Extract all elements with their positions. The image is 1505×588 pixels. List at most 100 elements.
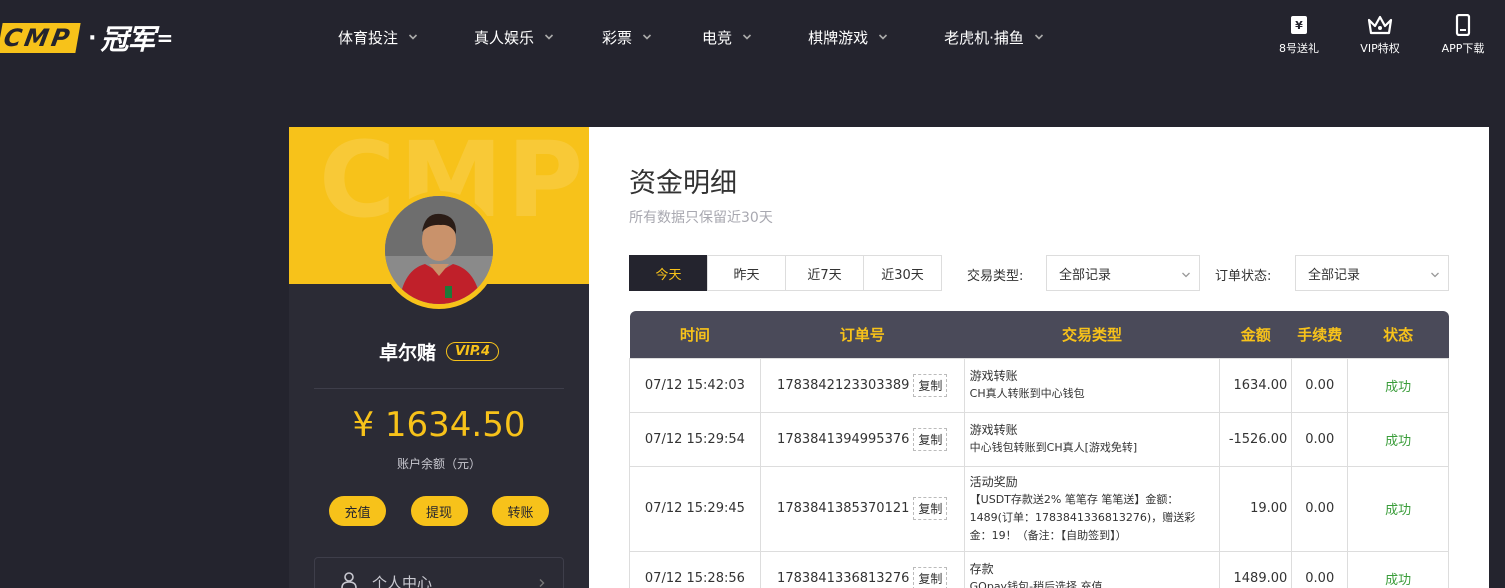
table-row: 07/12 15:29:54 1783841394995376 复制 游戏转账中心… (629, 411, 1449, 467)
column-header-time: 时间 (629, 311, 761, 358)
cell-order: 1783841385370121 复制 (759, 465, 965, 552)
cell-order: 1783841336813276 复制 (759, 550, 965, 588)
nav-item-card-games[interactable]: 棋牌游戏 (808, 27, 888, 48)
cell-type: 游戏转账中心钱包转账到CH真人[游戏免转] (963, 411, 1221, 467)
chevron-down-icon (1181, 269, 1191, 284)
type-title: 存款 (969, 562, 994, 576)
gift-link[interactable]: ¥ 8号送礼 (1259, 14, 1339, 56)
balance-amount: ¥ 1634.50 (352, 405, 526, 445)
vip-label: VIP特权 (1360, 42, 1400, 55)
chevron-down-icon (1430, 269, 1440, 284)
column-header-type: 交易类型 (964, 311, 1220, 358)
table-row: 07/12 15:29:45 1783841385370121 复制 活动奖励 【U… (629, 465, 1449, 552)
table-row: 07/12 15:42:03 1783842123303389 复制 游戏转账 CH… (629, 357, 1449, 413)
nav-item-slots-fishing[interactable]: 老虎机·捕鱼 (944, 27, 1044, 48)
vip-link[interactable]: VIP特权 (1339, 14, 1421, 56)
deposit-button[interactable]: 充值 (329, 496, 386, 526)
tab-last-7-days[interactable]: 近7天 (785, 255, 864, 291)
header-shortcuts: ¥ 8号送礼 VIP特权 APP下载 (1259, 14, 1505, 56)
cell-time: 07/12 15:29:54 (629, 411, 761, 467)
wallet-actions: 充值 提现 转账 (329, 496, 549, 526)
column-header-status: 状态 (1347, 311, 1449, 358)
status-filter-select[interactable]: 全部记录 (1295, 255, 1449, 291)
chevron-down-icon (408, 32, 418, 42)
cell-amount: 1489.00 (1219, 550, 1293, 588)
cell-amount: 19.00 (1219, 465, 1293, 552)
column-header-fee: 手续费 (1291, 311, 1348, 358)
cell-fee: 0.00 (1291, 550, 1349, 588)
transactions-table: 时间 订单号 交易类型 金额 手续费 状态 07/12 15:42:03 178… (629, 311, 1449, 588)
type-desc: CH真人转账到中心钱包 (969, 387, 1085, 400)
brand-logo[interactable]: CMP · 冠军 = (0, 22, 173, 56)
cell-time: 07/12 15:42:03 (629, 357, 761, 413)
main-nav: 体育投注 真人娱乐 彩票 电竞 棋牌游戏 老虎机·捕鱼 (338, 0, 1044, 74)
cell-fee: 0.00 (1291, 465, 1349, 552)
gift-icon: ¥ (1288, 14, 1310, 40)
logo-chinese: 冠军 (100, 23, 155, 56)
date-tabs: 今天 昨天 近7天 近30天 (629, 255, 942, 291)
nav-item-lottery[interactable]: 彩票 (602, 27, 652, 48)
chevron-down-icon (878, 32, 888, 42)
transfer-button[interactable]: 转账 (492, 496, 549, 526)
order-number: 1783841336813276 (777, 570, 910, 586)
crown-icon (1367, 14, 1393, 40)
vip-badge: VIP.4 (445, 342, 500, 361)
withdraw-button[interactable]: 提现 (410, 496, 468, 526)
column-header-amount: 金额 (1219, 311, 1292, 358)
nav-item-esports[interactable]: 电竞 (702, 27, 752, 48)
nav-label: 老虎机·捕鱼 (944, 28, 1024, 47)
chevron-down-icon (742, 32, 752, 42)
sidebar-item-profile[interactable]: 个人中心 (314, 557, 564, 588)
type-filter-label: 交易类型: (967, 269, 1024, 284)
cell-amount: -1526.00 (1219, 411, 1293, 467)
cell-amount: 1634.00 (1219, 357, 1293, 413)
cell-status: 成功 (1347, 550, 1449, 588)
status-filter-value: 全部记录 (1308, 267, 1361, 283)
logo-separator: · (88, 25, 97, 51)
copy-button[interactable]: 复制 (913, 566, 948, 588)
type-desc: 中心钱包转账到CH真人[游戏免转] (969, 441, 1138, 454)
status-filter-label: 订单状态: (1215, 269, 1272, 284)
tab-today[interactable]: 今天 (629, 255, 708, 291)
nav-item-sports[interactable]: 体育投注 (338, 27, 418, 48)
page-subtitle: 所有数据只保留近30天 (629, 210, 773, 226)
type-filter-select[interactable]: 全部记录 (1046, 255, 1200, 291)
type-filter-value: 全部记录 (1059, 267, 1112, 283)
app-download-link[interactable]: APP下载 (1421, 14, 1505, 56)
balance-label: 账户余额（元） (396, 457, 481, 471)
gift-label: 8号送礼 (1279, 42, 1319, 55)
logo-text: CMP (1, 24, 75, 52)
cell-type: 存款 GOpay钱包-稍后选择 充值 (963, 550, 1221, 588)
chevron-right-icon (537, 574, 547, 588)
cell-time: 07/12 15:29:45 (629, 465, 761, 552)
cell-status: 成功 (1347, 357, 1449, 413)
top-header: CMP · 冠军 = 体育投注 真人娱乐 彩票 电竞 棋牌游戏 老虎机·捕鱼 ¥… (0, 0, 1505, 80)
user-icon (340, 571, 358, 588)
order-number: 1783841385370121 (777, 501, 910, 516)
avatar (380, 191, 498, 309)
table-row: 07/12 15:28:56 1783841336813276 复制 存款 GOpa… (629, 550, 1449, 588)
type-desc: GOpay钱包-稍后选择 充值 (969, 580, 1103, 588)
column-header-order: 订单号 (760, 311, 965, 358)
divider (314, 388, 564, 389)
nav-item-live-casino[interactable]: 真人娱乐 (474, 27, 554, 48)
username-row: 卓尔赌 VIP.4 (289, 338, 589, 365)
copy-button[interactable]: 复制 (913, 497, 948, 520)
chevron-down-icon (642, 32, 652, 42)
type-title: 游戏转账 (969, 423, 1018, 437)
cell-order: 1783842123303389 复制 (759, 357, 965, 413)
order-number: 1783841394995376 (777, 431, 910, 447)
main-panel: 资金明细 所有数据只保留近30天 今天 昨天 近7天 近30天 交易类型: 全部… (589, 127, 1489, 588)
cell-status: 成功 (1347, 465, 1449, 552)
user-sidebar: CMP 卓尔赌 VIP.4 ¥ 1634.50 账户余额（元） 充值 提现 转账… (289, 127, 589, 588)
type-title: 游戏转账 (969, 369, 1018, 383)
copy-button[interactable]: 复制 (913, 373, 948, 397)
copy-button[interactable]: 复制 (913, 427, 948, 451)
tab-last-30-days[interactable]: 近30天 (863, 255, 942, 291)
nav-label: 棋牌游戏 (808, 28, 869, 47)
table-header-row: 时间 订单号 交易类型 金额 手续费 状态 (629, 311, 1449, 358)
cell-fee: 0.00 (1291, 357, 1349, 413)
tab-yesterday[interactable]: 昨天 (707, 255, 786, 291)
username: 卓尔赌 (378, 342, 436, 364)
page-title: 资金明细 (629, 168, 737, 199)
